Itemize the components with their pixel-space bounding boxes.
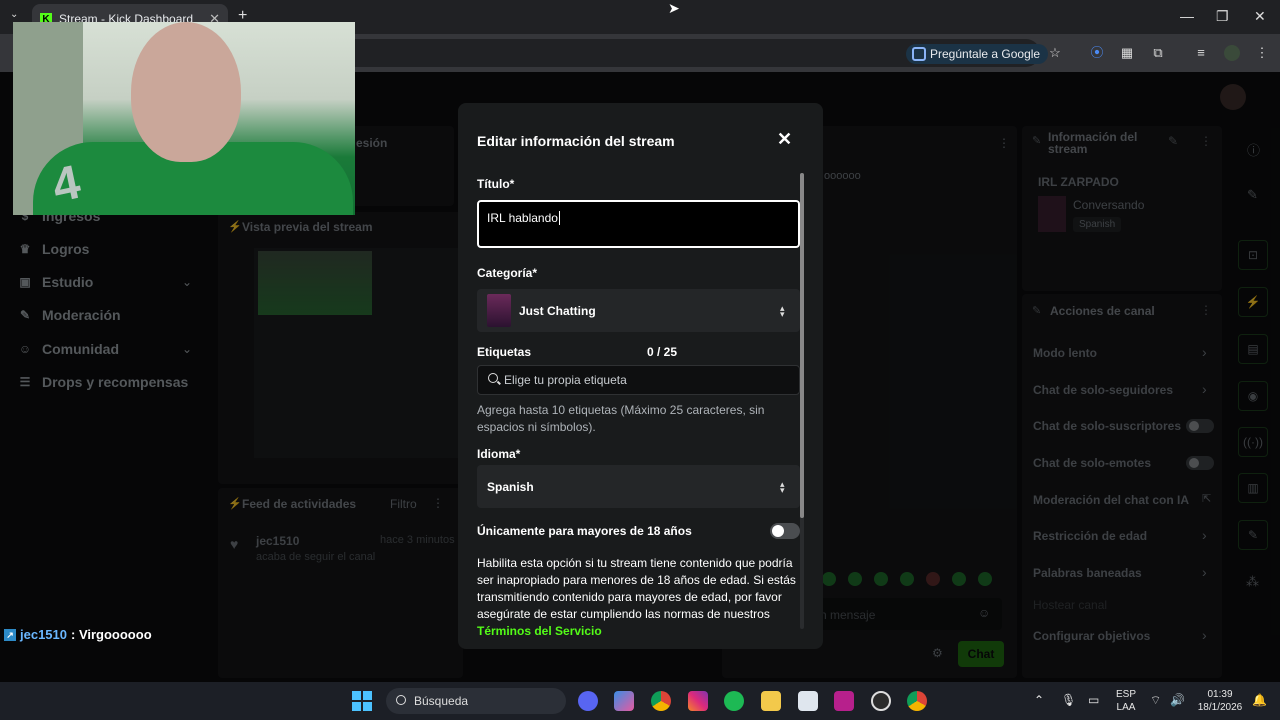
taskbar-search-label: Búsqueda	[414, 694, 469, 708]
adult-desc-text: Habilita esta opción si tu stream tiene …	[477, 556, 796, 621]
title-input[interactable]: IRL hablando	[477, 200, 800, 248]
tags-help-text: Agrega hasta 10 etiquetas (Máximo 25 car…	[477, 403, 765, 434]
obs-icon[interactable]	[871, 691, 891, 711]
tray-chevron-icon[interactable]: ⌃	[1034, 693, 1044, 707]
ask-google-button[interactable]: Pregúntale a Google	[906, 44, 1049, 64]
media-controls-icon[interactable]: ≡	[1193, 45, 1209, 61]
search-icon	[488, 373, 498, 383]
adult-only-label: Únicamente para mayores de 18 años	[477, 524, 692, 538]
copilot-icon[interactable]	[614, 691, 634, 711]
language-label: Idioma*	[477, 447, 521, 461]
chat-overlay-user: jec1510	[20, 627, 67, 642]
bookmark-star-icon[interactable]: ☆	[1047, 45, 1063, 61]
language-select[interactable]: Spanish ▴ ▾	[477, 465, 800, 508]
clock[interactable]: 01:39 18/1/2026	[1192, 688, 1248, 714]
chat-overlay-text: : Virgoooooo	[71, 627, 152, 642]
clock-time: 01:39	[1207, 689, 1233, 700]
title-input-value: IRL hablando	[487, 211, 558, 225]
google-lens-icon	[912, 47, 926, 61]
mouse-cursor-icon: ➤	[668, 0, 680, 16]
adult-only-toggle[interactable]	[770, 523, 800, 539]
lang-top: ESP	[1115, 689, 1136, 700]
windows-start-icon[interactable]	[352, 691, 372, 711]
language-indicator[interactable]: ESP LAA	[1112, 688, 1140, 714]
clock-date: 18/1/2026	[1197, 702, 1243, 713]
minimize-icon[interactable]: —	[1180, 8, 1194, 24]
tags-label: Etiquetas	[477, 345, 532, 359]
category-select[interactable]: Just Chatting ▴ ▾	[477, 289, 800, 332]
category-value: Just Chatting	[519, 304, 596, 318]
tags-input[interactable]	[504, 371, 794, 389]
app-pink-icon[interactable]	[834, 691, 854, 711]
discord-icon[interactable]	[578, 691, 598, 711]
category-thumbnail	[487, 294, 511, 327]
extension-voice-icon[interactable]: ⦿	[1089, 45, 1105, 61]
terms-link[interactable]: Términos del Servicio	[477, 624, 602, 638]
window-close-icon[interactable]: ✕	[1254, 8, 1266, 25]
webcam-face	[131, 22, 241, 162]
chat-badge-icon: ↗	[4, 628, 16, 641]
browser-menu-icon[interactable]: ⋮	[1254, 45, 1270, 61]
notification-icon[interactable]: 🔔	[1252, 693, 1267, 707]
webcam-overlay: 4	[13, 22, 355, 215]
language-value: Spanish	[487, 480, 534, 494]
taskbar-search[interactable]: Búsqueda	[386, 688, 566, 714]
volume-icon[interactable]: 🔊	[1170, 693, 1185, 707]
windows-taskbar: Búsqueda ⌃ 🎙 ▭ ESP LAA ⌔ 🔊 01:39 18/1/20…	[0, 682, 1280, 720]
ask-google-label: Pregúntale a Google	[930, 47, 1041, 61]
category-label: Categoría*	[477, 266, 538, 280]
file-explorer-icon[interactable]	[761, 691, 781, 711]
wifi-icon[interactable]: ⌔	[1150, 693, 1161, 708]
modal-close-icon[interactable]: ✕	[777, 129, 792, 150]
instagram-icon[interactable]	[688, 691, 708, 711]
lang-bottom: LAA	[1116, 702, 1136, 713]
maximize-icon[interactable]: ❐	[1216, 8, 1229, 25]
profile-avatar[interactable]	[1224, 45, 1240, 61]
qr-icon[interactable]: ▦	[1119, 45, 1135, 61]
select-arrows-icon: ▴ ▾	[780, 303, 785, 319]
tags-input-box[interactable]	[477, 365, 800, 395]
modal-title: Editar información del stream	[477, 133, 675, 149]
adult-only-description: Habilita esta opción si tu stream tiene …	[477, 555, 799, 640]
modal-scrollbar-thumb[interactable]	[800, 173, 804, 518]
microphone-icon[interactable]: 🎙	[1061, 693, 1076, 707]
chrome-icon[interactable]	[651, 691, 671, 711]
extensions-icon[interactable]: ⧉	[1150, 45, 1166, 61]
edit-stream-modal: Editar información del stream ✕ Título* …	[458, 103, 823, 649]
network-tray-icon[interactable]: ▭	[1088, 693, 1099, 707]
select-arrows-icon: ▴ ▾	[780, 479, 785, 495]
store-icon[interactable]	[798, 691, 818, 711]
chat-overlay-message: ↗ jec1510 : Virgoooooo	[4, 627, 152, 642]
spotify-icon[interactable]	[724, 691, 744, 711]
search-icon	[396, 695, 406, 705]
title-label: Título*	[477, 177, 515, 191]
tags-counter: 0 / 25	[647, 345, 678, 359]
tab-list-chevron-icon[interactable]: ⌄	[10, 9, 18, 20]
chrome-active-icon[interactable]	[907, 691, 927, 711]
